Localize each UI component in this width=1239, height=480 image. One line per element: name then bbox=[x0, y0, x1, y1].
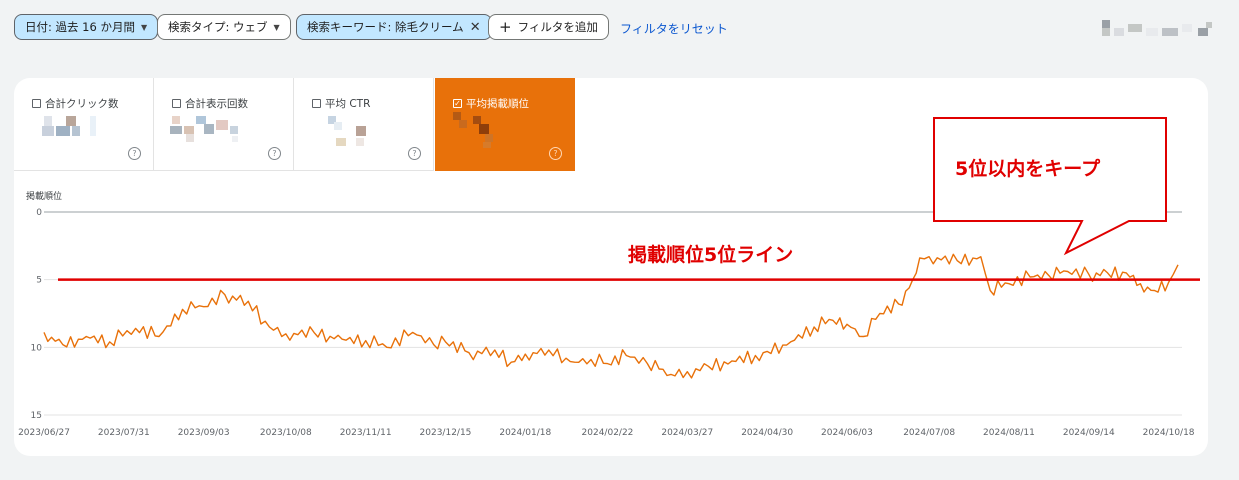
x-tick-label: 2024/03/27 bbox=[661, 428, 713, 438]
position-chart: 掲載順位 0 5 10 15 2023/06/27 2023/07/31 2023/09/… bbox=[18, 117, 1200, 438]
plus-icon: + bbox=[499, 18, 512, 36]
filter-bar: 日付: 過去 16 か月間 ▼ 検索タイプ: ウェブ ▼ 検索キーワード: 除毛… bbox=[0, 0, 1239, 60]
y-axis-title: 掲載順位 bbox=[26, 190, 62, 202]
x-tick-label: 2024/04/30 bbox=[741, 428, 793, 438]
y-tick-label: 10 bbox=[31, 343, 43, 353]
reset-filters-link[interactable]: フィルタをリセット bbox=[620, 20, 728, 37]
x-tick-label: 2023/10/08 bbox=[260, 428, 312, 438]
account-blur-image bbox=[1102, 20, 1222, 44]
x-tick-label: 2023/06/27 bbox=[18, 428, 70, 438]
dropdown-caret-icon: ▼ bbox=[273, 22, 280, 32]
series-line bbox=[43, 253, 1179, 379]
keyword-filter-label: 検索キーワード: 除毛クリーム bbox=[307, 20, 464, 34]
rank5-line-label: 掲載順位5位ライン bbox=[628, 243, 793, 266]
x-ticks: 2023/06/27 2023/07/31 2023/09/03 2023/10/08… bbox=[18, 428, 1195, 438]
date-filter-chip[interactable]: 日付: 過去 16 か月間 ▼ bbox=[14, 14, 159, 40]
x-tick-label: 2024/07/08 bbox=[903, 428, 955, 438]
x-tick-label: 2023/09/03 bbox=[178, 428, 230, 438]
y-tick-label: 5 bbox=[36, 276, 42, 286]
y-ticks: 0 5 10 15 bbox=[31, 208, 43, 421]
close-icon[interactable]: ✕ bbox=[470, 20, 481, 35]
x-tick-label: 2024/02/22 bbox=[582, 428, 634, 438]
x-tick-label: 2023/11/11 bbox=[340, 428, 392, 438]
y-tick-label: 0 bbox=[36, 208, 42, 218]
x-tick-label: 2024/06/03 bbox=[821, 428, 873, 438]
add-filter-button[interactable]: + フィルタを追加 bbox=[488, 14, 609, 40]
add-filter-label: フィルタを追加 bbox=[517, 20, 598, 34]
x-tick-label: 2024/01/18 bbox=[499, 428, 551, 438]
keyword-filter-chip[interactable]: 検索キーワード: 除毛クリーム ✕ bbox=[296, 14, 492, 40]
date-filter-label: 日付: 過去 16 か月間 bbox=[25, 20, 135, 34]
x-tick-label: 2024/09/14 bbox=[1063, 428, 1115, 438]
x-tick-label: 2024/08/11 bbox=[983, 428, 1035, 438]
callout-box bbox=[933, 117, 1167, 256]
x-tick-label: 2024/10/18 bbox=[1143, 428, 1195, 438]
x-tick-label: 2023/07/31 bbox=[98, 428, 150, 438]
grid-lines bbox=[44, 211, 1182, 416]
search-type-label: 検索タイプ: ウェブ bbox=[168, 20, 268, 34]
callout-text: 5位以内をキープ bbox=[955, 157, 1101, 180]
dropdown-caret-icon: ▼ bbox=[140, 22, 148, 32]
x-tick-label: 2023/12/15 bbox=[420, 428, 472, 438]
search-type-chip[interactable]: 検索タイプ: ウェブ ▼ bbox=[157, 14, 291, 40]
y-tick-label: 15 bbox=[31, 411, 42, 421]
performance-card: 合計クリック数 ? 合計表示回数 ? 平均 CTR ? ✓ 平均掲載順位 ? 掲載 bbox=[14, 78, 1208, 456]
